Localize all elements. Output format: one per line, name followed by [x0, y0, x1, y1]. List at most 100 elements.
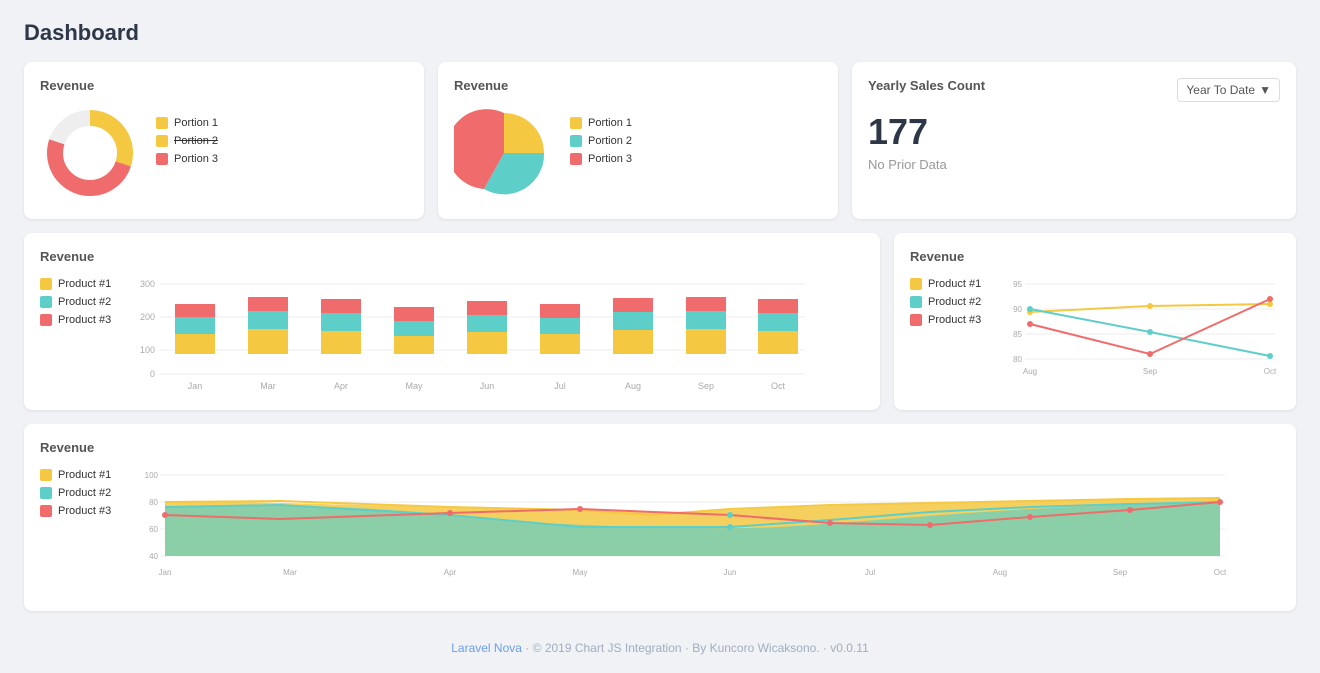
svg-text:Mar: Mar: [260, 381, 276, 391]
stats-value: 177: [868, 111, 1280, 153]
pie-legend-dot-p3: [570, 153, 582, 165]
chevron-down-icon: ▼: [1259, 83, 1271, 97]
footer-copy: ·: [525, 641, 532, 655]
area-legend-p2: Product #2: [40, 487, 120, 499]
svg-text:Sep: Sep: [698, 381, 714, 391]
svg-text:100: 100: [145, 471, 159, 480]
svg-text:80: 80: [149, 498, 158, 507]
pie-revenue-card: Revenue Portion 1 Portio: [438, 62, 838, 219]
bar-legend-p3: Product #3: [40, 314, 120, 326]
legend-item-portion2: Portion 2: [156, 135, 218, 147]
area-revenue-card: Revenue Product #1 Product #2 Product #3: [24, 424, 1296, 611]
stats-sub: No Prior Data: [868, 157, 1280, 172]
ls-label-p1: Product #1: [928, 278, 981, 290]
bar-card-title: Revenue: [40, 249, 864, 264]
svg-text:May: May: [405, 381, 423, 391]
area-dot-p1: [40, 469, 52, 481]
svg-text:Mar: Mar: [283, 568, 297, 577]
svg-text:Jul: Jul: [865, 568, 875, 577]
line-small-revenue-card: Revenue Product #1 Product #2 Product #3: [894, 233, 1296, 410]
donut-legend: Portion 1 Portion 2 Portion 3: [156, 117, 218, 165]
svg-text:100: 100: [140, 345, 155, 355]
legend-item-portion1: Portion 1: [156, 117, 218, 129]
svg-text:Jun: Jun: [480, 381, 495, 391]
svg-text:May: May: [572, 568, 587, 577]
footer-link[interactable]: Laravel Nova: [451, 641, 522, 655]
donut-revenue-card: Revenue Portion 1: [24, 62, 424, 219]
area-card-title: Revenue: [40, 440, 1280, 455]
area-legend-p1: Product #1: [40, 469, 120, 481]
area-label-p1: Product #1: [58, 469, 111, 481]
area-chart: 100 80 60 40: [130, 465, 1230, 595]
svg-text:Jan: Jan: [188, 381, 203, 391]
svg-text:Oct: Oct: [1264, 367, 1277, 376]
ls-dot-p1: [910, 278, 922, 290]
svg-text:Jan: Jan: [159, 568, 172, 577]
svg-text:Jul: Jul: [554, 381, 566, 391]
bar-leg-dot-p3: [40, 314, 52, 326]
area-legend: Product #1 Product #2 Product #3: [40, 465, 120, 517]
ls-legend-p1: Product #1: [910, 278, 990, 290]
svg-text:Oct: Oct: [771, 381, 786, 391]
pie-legend-item-portion1: Portion 1: [570, 117, 632, 129]
legend-dot-portion1: [156, 117, 168, 129]
svg-text:Oct: Oct: [1214, 568, 1227, 577]
svg-text:40: 40: [149, 552, 158, 561]
pie-legend-label-p1: Portion 1: [588, 117, 632, 129]
bar-legend-p1: Product #1: [40, 278, 120, 290]
svg-text:80: 80: [1013, 355, 1022, 364]
pie-legend-item-portion3: Portion 3: [570, 153, 632, 165]
bar-leg-dot-p1: [40, 278, 52, 290]
ls-label-p3: Product #3: [928, 314, 981, 326]
donut-chart: [40, 103, 140, 203]
area-label-p3: Product #3: [58, 505, 111, 517]
bar-leg-label-p3: Product #3: [58, 314, 111, 326]
ls-dot-p3: [910, 314, 922, 326]
svg-text:300: 300: [140, 279, 155, 289]
footer: Laravel Nova · © 2019 Chart JS Integrati…: [24, 625, 1296, 663]
pie-legend-dot-p1: [570, 117, 582, 129]
stats-dropdown[interactable]: Year To Date ▼: [1177, 78, 1280, 102]
legend-label-portion3: Portion 3: [174, 153, 218, 165]
area-dot-p3: [40, 505, 52, 517]
svg-text:200: 200: [140, 312, 155, 322]
legend-dot-portion2: [156, 135, 168, 147]
page-title: Dashboard: [24, 20, 1296, 46]
donut-card-title: Revenue: [40, 78, 140, 93]
ls-legend-p3: Product #3: [910, 314, 990, 326]
pie-chart: [454, 103, 554, 203]
bar-revenue-card: Revenue Product #1 Product #2 Product #3: [24, 233, 880, 410]
line-small-chart: 95 90 85 80: [1000, 274, 1280, 384]
svg-text:Apr: Apr: [444, 568, 457, 577]
stats-card-title: Yearly Sales Count: [868, 78, 985, 93]
bar-leg-dot-p2: [40, 296, 52, 308]
svg-text:95: 95: [1013, 280, 1022, 289]
line-small-legend: Product #1 Product #2 Product #3: [910, 274, 990, 326]
legend-dot-portion3: [156, 153, 168, 165]
ls-dot-p2: [910, 296, 922, 308]
svg-text:85: 85: [1013, 330, 1022, 339]
area-legend-p3: Product #3: [40, 505, 120, 517]
pie-legend-label-p2: Portion 2: [588, 135, 632, 147]
pie-legend-item-portion2: Portion 2: [570, 135, 632, 147]
footer-copy-text: © 2019 Chart JS Integration · By Kuncoro…: [533, 641, 869, 655]
svg-text:Sep: Sep: [1143, 367, 1158, 376]
pie-legend-label-p3: Portion 3: [588, 153, 632, 165]
svg-text:0: 0: [150, 369, 155, 379]
svg-text:Apr: Apr: [334, 381, 348, 391]
legend-item-portion3: Portion 3: [156, 153, 218, 165]
bar-chart: 300 200 100 0: [130, 274, 810, 394]
pie-legend: Portion 1 Portion 2 Portion 3: [570, 117, 632, 165]
bar-legend-p2: Product #2: [40, 296, 120, 308]
svg-text:Aug: Aug: [1023, 367, 1037, 376]
ls-label-p2: Product #2: [928, 296, 981, 308]
area-dot-p2: [40, 487, 52, 499]
pie-legend-dot-p2: [570, 135, 582, 147]
bar-leg-label-p2: Product #2: [58, 296, 111, 308]
line-small-card-title: Revenue: [910, 249, 1280, 264]
bar-legend: Product #1 Product #2 Product #3: [40, 274, 120, 326]
svg-text:Aug: Aug: [993, 568, 1007, 577]
stats-dropdown-label: Year To Date: [1186, 83, 1255, 97]
svg-text:Aug: Aug: [625, 381, 641, 391]
svg-text:Jun: Jun: [724, 568, 737, 577]
